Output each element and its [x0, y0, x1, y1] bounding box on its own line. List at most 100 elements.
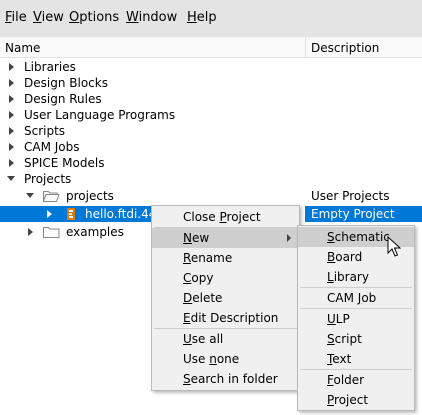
tree-item-label: Design Rules	[24, 92, 102, 106]
submenu-item-script[interactable]: Script	[298, 329, 414, 349]
expand-arrow-icon[interactable]	[9, 143, 14, 151]
menu-item-copy[interactable]: Copy	[152, 268, 299, 288]
collapse-arrow-icon[interactable]	[26, 193, 34, 198]
menu-help-mnemonic: H	[187, 10, 197, 25]
menu-window-label: indow	[138, 10, 178, 25]
submenu-item-text[interactable]: Text	[298, 349, 414, 369]
tree-item-projects-folder[interactable]: projects User Projects	[0, 188, 422, 204]
menu-help-label: elp	[196, 10, 217, 25]
mouse-pointer-icon	[387, 236, 401, 257]
menu-item-mnemonic: S	[183, 372, 191, 386]
expand-arrow-icon[interactable]	[28, 228, 33, 236]
menu-item-mnemonic: N	[183, 231, 192, 245]
menu-options[interactable]: Options	[69, 10, 119, 25]
menu-item-use-none[interactable]: Use none	[152, 349, 299, 369]
tree-item-libraries[interactable]: Libraries	[0, 59, 422, 75]
collapse-arrow-icon[interactable]	[7, 176, 15, 181]
tree-item-label: User Language Programs	[24, 108, 176, 122]
menu-item-text: cript	[334, 332, 362, 346]
menu-item-mnemonic: D	[183, 291, 193, 305]
tree-item-cam-jobs[interactable]: CAM Jobs	[0, 139, 422, 155]
menu-item-text: one	[216, 352, 240, 366]
menu-item-text: oard	[335, 250, 363, 264]
menu-item-mnemonic: P	[219, 210, 227, 224]
tree-item-label: projects	[66, 189, 114, 203]
tree-item-design-blocks[interactable]: Design Blocks	[0, 75, 422, 91]
column-header-name[interactable]: Name	[5, 41, 40, 55]
menu-item-edit-description[interactable]: Edit Description	[152, 308, 299, 328]
menu-item-mnemonic: E	[183, 311, 191, 325]
menu-item-mnemonic: P	[327, 393, 335, 407]
menu-file[interactable]: File	[5, 10, 27, 25]
tree-item-label: Design Blocks	[24, 76, 108, 90]
menu-item-rename[interactable]: Rename	[152, 248, 299, 268]
menu-item-text: ename	[190, 251, 233, 265]
menu-item-text: ibrary	[333, 270, 369, 284]
tree-item-projects[interactable]: Projects	[0, 171, 422, 187]
menu-item-close-project[interactable]: Close Project	[152, 207, 299, 227]
menu-item-text: dit Description	[190, 311, 279, 325]
submenu-arrow-icon	[287, 234, 291, 242]
menu-item-new[interactable]: New	[152, 228, 299, 248]
menubar: File View Options Window Help	[0, 0, 422, 37]
eagle-project-icon	[67, 208, 75, 220]
expand-arrow-icon[interactable]	[9, 127, 14, 135]
menu-item-mnemonic: L	[327, 270, 334, 284]
menu-item-text: earch in folder	[190, 372, 278, 386]
menu-item-text: LP	[335, 312, 350, 326]
expand-arrow-icon[interactable]	[9, 79, 14, 87]
menu-help[interactable]: Help	[187, 10, 217, 25]
menu-item-text: se all	[191, 332, 224, 346]
menu-item-text: opy	[191, 271, 214, 285]
menu-item-text: older	[333, 373, 365, 387]
menu-item-text: ew	[191, 231, 210, 245]
expand-arrow-icon[interactable]	[9, 111, 14, 119]
submenu-item-project[interactable]: Project	[298, 390, 414, 410]
menu-item-text: roject	[334, 393, 369, 407]
open-folder-icon	[43, 191, 60, 202]
menu-item-text: roject	[226, 210, 261, 224]
menu-item-mnemonic: n	[209, 352, 217, 366]
menu-view-mnemonic: V	[33, 10, 42, 25]
tree-item-design-rules[interactable]: Design Rules	[0, 91, 422, 107]
menu-window[interactable]: Window	[126, 10, 177, 25]
menu-item-mnemonic: S	[327, 332, 335, 346]
submenu-item-ulp[interactable]: ULP	[298, 309, 414, 329]
tree-item-label: Scripts	[24, 124, 66, 138]
folder-icon	[43, 227, 60, 238]
menu-options-label: ptions	[79, 10, 120, 25]
menu-item-search-in-folder[interactable]: Search in folder	[152, 369, 299, 389]
menu-item-text: Close	[183, 210, 220, 224]
menu-item-mnemonic: U	[327, 312, 336, 326]
menu-file-label: ile	[11, 10, 27, 25]
menu-item-mnemonic: S	[327, 230, 335, 244]
tree-item-scripts[interactable]: Scripts	[0, 123, 422, 139]
column-header-description[interactable]: Description	[311, 41, 379, 55]
tree-item-description: Empty Project	[311, 207, 395, 221]
menu-view-label: iew	[41, 10, 64, 25]
menu-item-text: chematic	[334, 230, 390, 244]
tree-item-description: User Projects	[311, 189, 390, 203]
menu-item-mnemonic: B	[327, 250, 336, 264]
menu-item-text: CAM	[327, 291, 358, 305]
submenu-item-cam-job[interactable]: CAM Job	[298, 288, 414, 308]
menu-item-use-all[interactable]: Use all	[152, 329, 299, 349]
expand-arrow-icon[interactable]	[9, 95, 14, 103]
tree-item-label: Projects	[24, 172, 72, 186]
submenu-item-folder[interactable]: Folder	[298, 370, 414, 390]
submenu-item-library[interactable]: Library	[298, 267, 414, 287]
tree-item-ulp[interactable]: User Language Programs	[0, 107, 422, 123]
menu-view[interactable]: View	[33, 10, 64, 25]
tree-item-label: SPICE Models	[24, 156, 105, 170]
tree-item-spice-models[interactable]: SPICE Models	[0, 155, 422, 171]
menu-options-mnemonic: O	[69, 10, 80, 25]
menu-item-text: elete	[192, 291, 223, 305]
tree-item-label: hello.ftdi.44	[85, 207, 157, 221]
expand-arrow-icon[interactable]	[9, 63, 14, 71]
expand-arrow-icon[interactable]	[9, 159, 14, 167]
column-divider[interactable]	[305, 37, 306, 58]
menu-item-delete[interactable]: Delete	[152, 288, 299, 308]
menu-item-mnemonic: U	[183, 332, 192, 346]
menu-item-text: ext	[332, 352, 352, 366]
expand-arrow-icon[interactable]	[47, 210, 52, 218]
